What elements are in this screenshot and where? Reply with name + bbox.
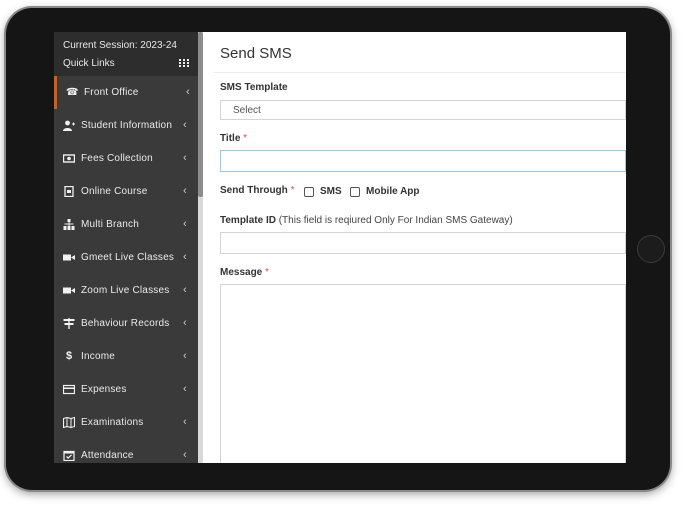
mobile-app-checkbox[interactable] xyxy=(350,187,360,197)
dollar-icon: $ xyxy=(65,350,73,362)
sms-template-label: SMS Template xyxy=(220,82,288,93)
grid-icon[interactable] xyxy=(179,59,189,67)
chevron-left-icon: ‹ xyxy=(183,251,187,263)
app-screen: Current Session: 2023-24 Quick Links ☎ F… xyxy=(54,32,626,463)
sms-option-label[interactable]: SMS xyxy=(320,186,342,197)
sidebar-item-zoom-live-classes[interactable]: Zoom Live Classes ‹ xyxy=(54,274,198,307)
credit-card-icon xyxy=(62,384,76,395)
sidebar-item-label: Income xyxy=(81,351,115,362)
chevron-left-icon: ‹ xyxy=(183,185,187,197)
message-label: Message * xyxy=(220,267,269,278)
sidebar-item-front-office[interactable]: ☎ Front Office ‹ xyxy=(54,76,198,109)
sidebar-item-online-course[interactable]: Online Course ‹ xyxy=(54,175,198,208)
send-sms-form: Send SMS SMS Template Select Title * Sen… xyxy=(203,32,626,463)
chevron-left-icon: ‹ xyxy=(183,383,187,395)
sidebar-item-student-information[interactable]: Student Information ‹ xyxy=(54,109,198,142)
template-id-label: Template ID (This field is reqiured Only… xyxy=(220,215,513,226)
chevron-left-icon: ‹ xyxy=(183,350,187,362)
chevron-left-icon: ‹ xyxy=(183,284,187,296)
user-plus-icon xyxy=(63,120,75,131)
sidebar-item-label: Front Office xyxy=(84,87,139,98)
sidebar-item-examinations[interactable]: Examinations ‹ xyxy=(54,406,198,439)
sidebar-item-label: Student Information xyxy=(81,120,173,131)
sms-template-select[interactable]: Select xyxy=(220,100,626,120)
sidebar-item-label: Gmeet Live Classes xyxy=(81,252,175,263)
title-input[interactable] xyxy=(220,150,626,172)
money-icon xyxy=(62,153,76,164)
required-mark: * xyxy=(290,185,295,196)
sidebar-item-label: Expenses xyxy=(81,384,127,395)
sidebar-item-fees-collection[interactable]: Fees Collection ‹ xyxy=(54,142,198,175)
required-mark: * xyxy=(243,133,248,144)
mobile-app-option-label[interactable]: Mobile App xyxy=(366,186,420,197)
chevron-left-icon: ‹ xyxy=(183,218,187,230)
sidebar-item-label: Behaviour Records xyxy=(81,318,170,329)
sidebar: Current Session: 2023-24 Quick Links ☎ F… xyxy=(54,32,198,463)
quick-links[interactable]: Quick Links xyxy=(63,58,115,69)
chevron-left-icon: ‹ xyxy=(186,86,190,98)
sidebar-item-label: Online Course xyxy=(81,186,148,197)
divider xyxy=(213,72,626,73)
sidebar-item-behaviour-records[interactable]: Behaviour Records ‹ xyxy=(54,307,198,340)
sidebar-header: Current Session: 2023-24 Quick Links xyxy=(54,32,198,76)
sidebar-item-attendance[interactable]: Attendance ‹ xyxy=(54,439,198,463)
sidebar-item-expenses[interactable]: Expenses ‹ xyxy=(54,373,198,406)
sidebar-item-label: Fees Collection xyxy=(81,153,153,164)
sidebar-item-income[interactable]: $ Income ‹ xyxy=(54,340,198,373)
chevron-left-icon: ‹ xyxy=(183,317,187,329)
send-through-label: Send Through * xyxy=(220,185,295,196)
sidebar-item-label: Multi Branch xyxy=(81,219,139,230)
title-label: Title * xyxy=(220,133,248,144)
chevron-left-icon: ‹ xyxy=(183,119,187,131)
page-title: Send SMS xyxy=(220,45,292,62)
video-icon xyxy=(63,252,75,263)
sms-checkbox[interactable] xyxy=(304,187,314,197)
sign-icon xyxy=(63,318,75,329)
message-textarea[interactable] xyxy=(220,284,626,463)
video-icon xyxy=(63,285,75,296)
sidebar-item-multi-branch[interactable]: Multi Branch ‹ xyxy=(54,208,198,241)
chevron-left-icon: ‹ xyxy=(183,449,187,461)
sitemap-icon xyxy=(63,219,75,230)
sidebar-item-label: Attendance xyxy=(81,450,134,461)
sidebar-item-label: Examinations xyxy=(81,417,144,428)
required-mark: * xyxy=(265,267,269,278)
map-icon xyxy=(62,416,76,429)
template-id-input[interactable] xyxy=(220,232,626,254)
template-id-note: (This field is reqiured Only For Indian … xyxy=(278,215,513,226)
sidebar-item-label: Zoom Live Classes xyxy=(81,285,170,296)
chevron-left-icon: ‹ xyxy=(183,416,187,428)
sidebar-item-gmeet-live-classes[interactable]: Gmeet Live Classes ‹ xyxy=(54,241,198,274)
chevron-left-icon: ‹ xyxy=(183,152,187,164)
current-session[interactable]: Current Session: 2023-24 xyxy=(63,40,177,51)
sms-template-value: Select xyxy=(233,105,261,116)
front-office-icon: ☎ xyxy=(66,87,79,98)
calendar-check-icon xyxy=(63,450,75,462)
tablet-home-button[interactable] xyxy=(637,235,665,263)
document-icon xyxy=(63,185,75,198)
